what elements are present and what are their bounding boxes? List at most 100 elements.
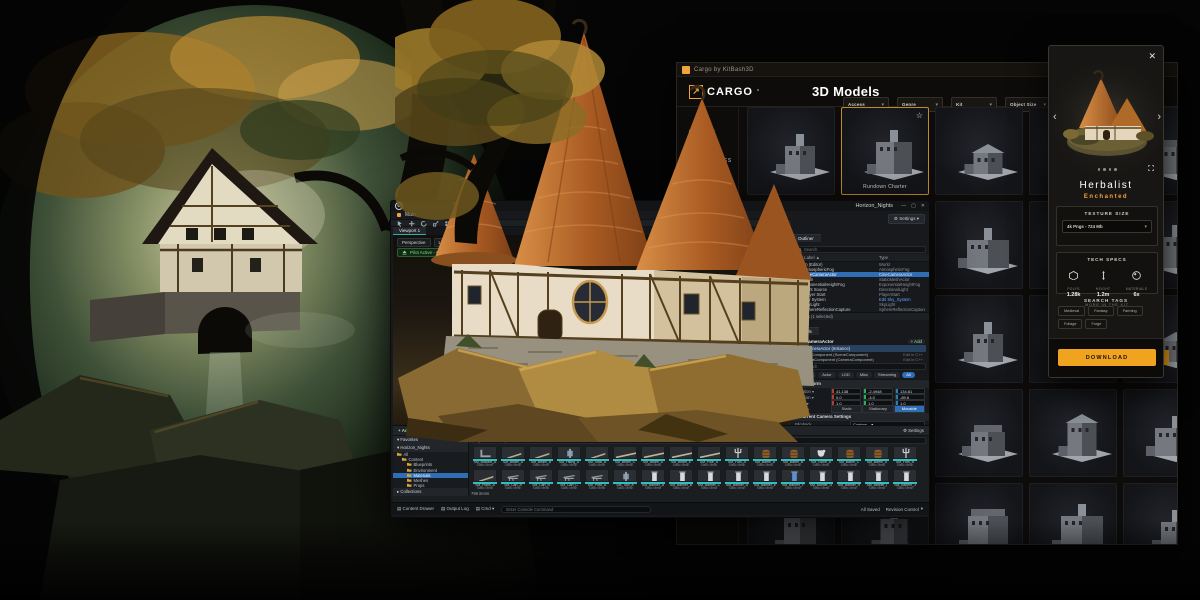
asset-grid: SM_Bracket_AStatic MeshSM_Beam_AStatic M… (471, 446, 923, 490)
asset-tile[interactable]: SM_Fitting_AStatic Mesh (555, 446, 583, 468)
close-icon[interactable]: ✕ (921, 203, 925, 209)
tech-specs-box: TECH SPECS POLYS1.28kHEIGHT1.2mMATERIALS… (1056, 252, 1158, 294)
component-edit-link[interactable]: Edit in C++ (903, 357, 923, 362)
asset-tile[interactable]: SM_Plow_AStatic Mesh (583, 469, 611, 491)
asset-tile[interactable]: SM_Banner_FStatic Mesh (779, 469, 807, 491)
cmd-button[interactable]: ▤ Cmd ▾ (476, 506, 495, 512)
output-log-button[interactable]: ▤ Output Log (441, 506, 469, 512)
model-card-selected[interactable]: ☆Rundown Charter (841, 107, 929, 195)
outliner-search-input[interactable] (804, 247, 922, 253)
asset-tile[interactable]: SM_Plank_AStatic Mesh (471, 469, 499, 491)
model-card[interactable] (935, 107, 1023, 195)
search-tag-forge[interactable]: Forge (1085, 319, 1107, 329)
prev-icon[interactable]: ‹ (1053, 112, 1057, 123)
transform-value-field[interactable]: -4.0 (863, 394, 893, 399)
model-card[interactable] (1123, 389, 1178, 477)
model-card[interactable] (935, 483, 1023, 545)
download-button[interactable]: DOWNLOAD (1058, 349, 1156, 366)
carousel-dot[interactable] (1109, 168, 1112, 171)
search-tag-fantasy[interactable]: Fantasy (1088, 306, 1114, 316)
asset-tile[interactable]: SM_Cart_BStatic Mesh (527, 469, 555, 491)
transform-value-field[interactable]: 41.138 (831, 388, 861, 393)
asset-tile[interactable]: SM_Beam_BStatic Mesh (527, 446, 555, 468)
asset-tile[interactable]: SM_Fork_AStatic Mesh (723, 446, 751, 468)
asset-tile[interactable]: SM_Cart_CStatic Mesh (555, 469, 583, 491)
details-chip-actor[interactable]: Actor (818, 372, 835, 378)
details-chip-lod[interactable]: LOD (838, 372, 854, 378)
spec-label: HEIGHT (1096, 287, 1110, 291)
asset-tile[interactable]: SM_Beam_CStatic Mesh (611, 446, 639, 468)
model-card[interactable] (1029, 389, 1117, 477)
asset-tile[interactable]: SM_Cart_AStatic Mesh (499, 469, 527, 491)
asset-tile[interactable]: SM_Banner_GStatic Mesh (807, 469, 835, 491)
asset-thumbnail (529, 446, 553, 459)
asset-tile[interactable]: SM_Fork_BStatic Mesh (891, 446, 919, 468)
search-tag-foliage[interactable]: Foliage (1058, 319, 1082, 329)
asset-tile[interactable]: SM_Barrel_BStatic Mesh (779, 446, 807, 468)
asset-tile[interactable]: SM_Tool_AStatic Mesh (611, 469, 639, 491)
search-tag-farming[interactable]: Farming (1117, 306, 1143, 316)
asset-tile[interactable]: SM_Banner_BStatic Mesh (667, 469, 695, 491)
asset-subtype: Static Mesh (695, 464, 723, 467)
model-card[interactable] (935, 389, 1023, 477)
details-search-input[interactable] (804, 364, 922, 370)
asset-tile[interactable]: SM_Banner_EStatic Mesh (751, 469, 779, 491)
details-chip-all[interactable]: All (902, 372, 914, 378)
search-tags-label: SEARCH TAGS (1049, 298, 1163, 303)
asset-tile[interactable]: SM_Beam_AStatic Mesh (499, 446, 527, 468)
project-header[interactable]: ▾ Horizon_Nights (393, 444, 468, 452)
carousel-dot[interactable] (1114, 168, 1117, 171)
asset-tile[interactable]: SM_Barrel_DStatic Mesh (863, 446, 891, 468)
asset-tile[interactable]: SM_Banner_CStatic Mesh (695, 469, 723, 491)
asset-thumbnail (501, 446, 525, 459)
asset-tile[interactable]: SM_Beam_DStatic Mesh (639, 446, 667, 468)
transform-value-field[interactable]: 134.81 (895, 388, 925, 393)
close-icon[interactable]: ✕ (1148, 52, 1156, 61)
texture-size-dropdown[interactable]: 4k Pngs - 724 Mb ▾ (1062, 220, 1152, 233)
model-card[interactable] (935, 295, 1023, 383)
asset-tile[interactable]: SM_Stick_AStatic Mesh (583, 446, 611, 468)
model-card[interactable] (1123, 483, 1178, 545)
asset-thumbnail (837, 446, 861, 459)
maximize-icon[interactable]: ▢ (911, 203, 916, 209)
asset-tile[interactable]: SM_Banner_IStatic Mesh (863, 469, 891, 491)
carousel-dot[interactable] (1098, 168, 1101, 171)
console-command-input[interactable] (501, 506, 651, 513)
settings-button[interactable]: ⚙ Settings ▾ (888, 214, 925, 224)
model-card[interactable] (1029, 483, 1117, 545)
asset-thumbnail (809, 469, 833, 482)
transform-value-field[interactable]: 0.0 (831, 394, 861, 399)
asset-tile[interactable]: SM_Banner_JStatic Mesh (891, 469, 919, 491)
asset-subtype: Static Mesh (835, 487, 863, 490)
asset-tile[interactable]: SM_Banner_AStatic Mesh (639, 469, 667, 491)
asset-tile[interactable]: SM_Pole_AStatic Mesh (695, 446, 723, 468)
asset-tile[interactable]: SM_Beam_EStatic Mesh (667, 446, 695, 468)
collections-header[interactable]: ▸ Collections (393, 488, 468, 496)
next-icon[interactable]: › (1157, 112, 1161, 123)
spec-label: POLYS (1067, 287, 1079, 291)
model-card[interactable] (935, 201, 1023, 289)
transform-value-field[interactable]: -89.6 (895, 394, 925, 399)
asset-tile[interactable]: SM_Banner_HStatic Mesh (835, 469, 863, 491)
mobility-option-static[interactable]: Static (831, 405, 862, 413)
asset-tile[interactable]: SM_Glove_AStatic Mesh (807, 446, 835, 468)
mobility-option-movable[interactable]: Movable (894, 405, 925, 413)
minimize-icon[interactable]: — (901, 203, 906, 209)
search-tag-medieval[interactable]: Medieval (1058, 306, 1085, 316)
asset-tile[interactable]: SM_Barrel_AStatic Mesh (751, 446, 779, 468)
content-drawer-button[interactable]: ▤ Content Drawer (397, 506, 434, 512)
revision-control-button[interactable]: Revision Control ▾ (886, 506, 923, 512)
mobility-option-stationary[interactable]: Stationary (862, 405, 893, 413)
details-chip-misc[interactable]: Misc (856, 372, 872, 378)
details-chip-streaming[interactable]: Streaming (874, 372, 900, 378)
asset-tile[interactable]: SM_Barrel_CStatic Mesh (835, 446, 863, 468)
asset-tile[interactable]: SM_Banner_DStatic Mesh (723, 469, 751, 491)
transform-value-field[interactable]: -2.4948 (863, 388, 893, 393)
carousel-dots[interactable] (1049, 168, 1164, 171)
content-browser-settings-button[interactable]: ⚙ Settings (903, 428, 924, 434)
favorite-star-icon[interactable]: ☆ (916, 111, 923, 120)
expand-icon[interactable] (1148, 165, 1154, 171)
carousel-dot[interactable] (1103, 168, 1106, 171)
asset-tile[interactable]: SM_Bracket_AStatic Mesh (471, 446, 499, 468)
add-component-button[interactable]: + Add (908, 339, 925, 344)
